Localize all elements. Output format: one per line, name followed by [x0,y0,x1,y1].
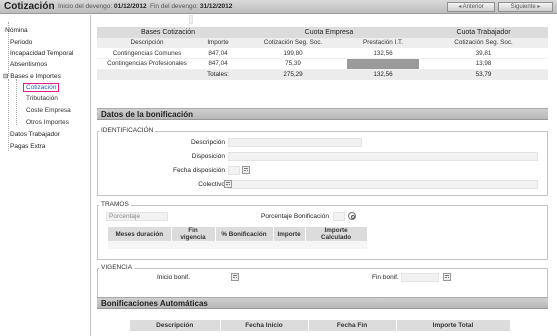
group-header-bases: Bases Cotización [97,27,239,38]
fin-devengo-value: 31/12/2012 [199,3,233,10]
sidebar-item-otros-importes[interactable]: Otros Importes [26,119,69,126]
descripcion-input[interactable] [228,138,362,147]
total-empresa-it: 132,56 [347,69,419,80]
fin-bonif-input[interactable] [401,273,439,282]
sidebar: ·Nómina Periodo Incapacidad Temporal Abs… [0,15,91,336]
identificacion-legend: IDENTIFICACIÓN [99,127,156,134]
column-header: Fin vigencia [171,227,216,241]
column-header: Meses duración [108,227,172,241]
sidebar-item-tributacion[interactable]: Tributación [26,95,58,102]
cell-empresa-it: 132,56 [347,48,419,59]
column-header: Cotización Seg. Soc. [419,37,548,48]
next-button[interactable]: Siguiente ▸ [498,2,553,12]
column-header: % Bonificación [215,227,274,241]
arrow-left-icon: ◂ [458,4,462,10]
column-header: Prestación I.T. [347,37,419,48]
cell-trabajador-ss: 13,98 [419,58,548,70]
column-header: Descripción [97,37,197,48]
column-header: Importe Total [396,320,511,331]
porcentaje-bonificacion-input[interactable] [333,212,345,221]
sidebar-item-datos-trabajador[interactable]: Datos Trabajador [10,131,60,138]
inicio-devengo: Inicio del devengo: 01/12/2012 [58,3,147,10]
colectivo-input[interactable] [228,180,538,189]
sidebar-item-nomina[interactable]: ·Nómina [3,27,28,34]
tramos-legend: TRAMOS [99,201,131,208]
porcentaje-input[interactable]: Porcentaje [106,212,168,221]
fecha-disposicion-label: Fecha disposición [172,167,225,174]
sidebar-item-incapacidad-temporal[interactable]: Incapacidad Temporal [10,50,73,57]
column-header: Descripción [130,320,221,331]
vigencia-legend: VIGENCIA [99,264,135,271]
totals-row: Totales: 275,29 132,56 53,79 [97,69,548,80]
arrow-right-icon: ▸ [537,4,541,10]
previous-button[interactable]: ◂ Anterior [447,2,495,12]
tramos-table: Meses duración Fin vigencia % Bonificaci… [108,227,368,249]
column-header: Importe [197,37,239,48]
table-row: Contingencias Comunes 847,04 199,80 132,… [97,48,548,59]
porcentaje-bonificacion-label: Porcentaje Bonificación [261,213,329,220]
sidebar-item-periodo[interactable]: Periodo [10,39,32,46]
inicio-bonif-input[interactable] [189,15,193,24]
calendar-icon[interactable] [231,273,239,281]
column-header: Fecha Fin [308,320,397,331]
column-header: Importe Calculado [305,227,368,241]
section-bonificaciones-automaticas: Bonificaciones Automáticas [97,297,548,309]
bonificaciones-automaticas-table: Descripción Fecha Inicio Fecha Fin Impor… [130,320,511,331]
disposicion-label: Disposición [191,153,225,160]
cell-empresa-ss: 75,39 [239,58,347,70]
fecha-disposicion-input[interactable] [228,166,240,175]
sidebar-item-pagas-extra[interactable]: Pagas Extra [10,143,45,150]
previous-button-label: Anterior [462,4,484,10]
sidebar-item-coste-empresa[interactable]: Coste Empresa [26,107,71,114]
collapse-icon[interactable]: ⊟ [3,73,8,80]
column-header: Fecha Inicio [220,320,309,331]
column-header: Importe [273,227,306,241]
group-header-cuota-empresa: Cuota Empresa [239,27,419,38]
disposicion-input[interactable] [228,152,538,161]
colectivo-label: Colectivo [198,181,225,188]
fin-bonif-label: Fin bonif. [372,274,399,281]
descripcion-label: Descripción [191,139,225,146]
fin-devengo: Fin del devengo: 31/12/2012 [150,3,232,10]
vigencia-box [97,268,548,298]
total-empresa-ss: 275,29 [239,69,347,80]
main-content: Bases Cotización Cuota Empresa Cuota Tra… [93,15,551,336]
inicio-devengo-label: Inicio del devengo: [58,3,113,10]
cell-empresa-it-disabled [347,58,419,70]
cell-importe: 847,04 [197,48,239,59]
cell-descripcion: Contingencias Profesionales [97,58,197,70]
cell-trabajador-ss: 39,81 [419,48,548,59]
cell-descripcion: Contingencias Comunes [97,48,197,59]
fin-devengo-label: Fin del devengo: [150,3,199,10]
inicio-devengo-value: 01/12/2012 [114,3,147,10]
sidebar-item-absentismos[interactable]: Absentismos [10,61,47,68]
sidebar-item-bases-importes[interactable]: ⊟ Bases e Importes [3,72,61,80]
group-header-cuota-trabajador: Cuota Trabajador [419,27,548,38]
inicio-bonif-label: Inicio bonif. [157,274,190,281]
search-icon[interactable] [348,212,356,220]
page-title: Cotización [4,1,55,12]
calendar-icon[interactable] [224,180,232,188]
sidebar-item-cotizacion[interactable]: Cotización [23,83,60,92]
table-row: Contingencias Profesionales 847,04 75,39… [97,58,548,70]
column-header: Cotización Seg. Soc. [239,37,347,48]
cotizacion-table: Bases Cotización Cuota Empresa Cuota Tra… [97,27,548,80]
next-button-label: Siguiente [510,4,536,10]
section-datos-bonificacion: Datos de la bonificación [97,108,548,120]
cell-empresa-ss: 199,80 [239,48,347,59]
calendar-icon[interactable] [242,166,250,174]
totals-label: Totales: [197,69,239,80]
cell-importe: 847,04 [197,58,239,70]
page-header: Cotización Inicio del devengo: 01/12/201… [0,0,557,14]
calendar-icon[interactable] [443,273,451,281]
total-trabajador-ss: 53,79 [419,69,548,80]
